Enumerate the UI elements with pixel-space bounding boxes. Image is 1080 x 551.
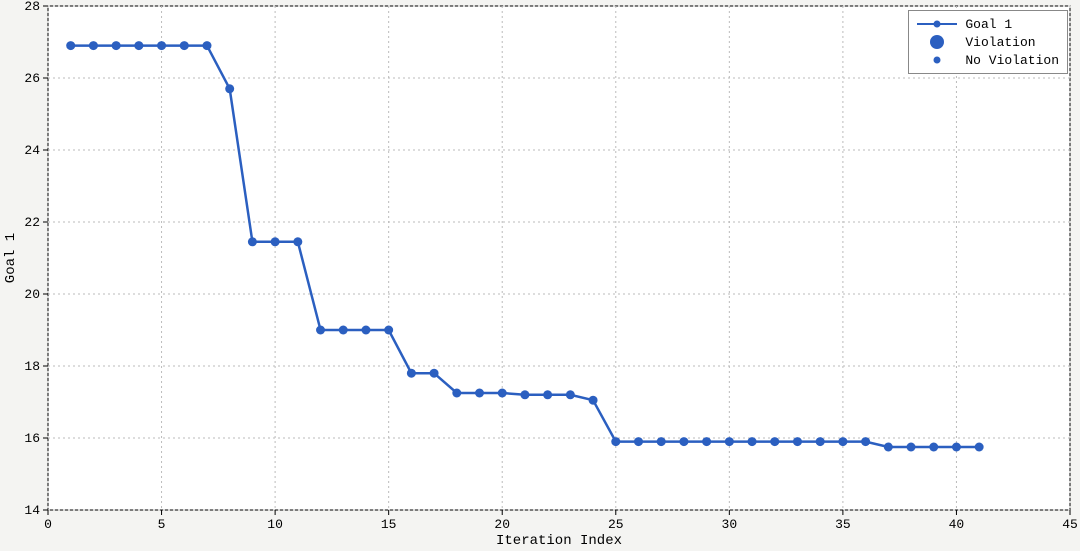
legend-sample-violation <box>917 35 957 49</box>
svg-text:20: 20 <box>24 287 40 302</box>
legend-sample-line <box>917 17 957 31</box>
legend-entry-goal1: Goal 1 <box>917 15 1059 33</box>
svg-text:30: 30 <box>722 517 738 532</box>
svg-text:26: 26 <box>24 71 40 86</box>
legend-label: Goal 1 <box>965 17 1012 32</box>
svg-text:14: 14 <box>24 503 40 518</box>
legend-label: Violation <box>965 35 1035 50</box>
svg-text:35: 35 <box>835 517 851 532</box>
legend-label: No Violation <box>965 53 1059 68</box>
svg-text:10: 10 <box>267 517 283 532</box>
goal1-chart: 0 5 10 15 20 25 30 35 40 45 14 16 18 20 22 24 26 28 Iterat… <box>0 0 1080 551</box>
svg-text:Iteration Index: Iteration Index <box>496 533 622 549</box>
legend-entry-violation: Violation <box>917 33 1059 51</box>
svg-text:24: 24 <box>24 143 40 158</box>
svg-text:0: 0 <box>44 517 52 532</box>
legend-entry-noviolation: No Violation <box>917 51 1059 69</box>
chart-legend: Goal 1 Violation No Violation <box>908 10 1068 74</box>
svg-text:15: 15 <box>381 517 397 532</box>
svg-text:25: 25 <box>608 517 624 532</box>
svg-text:18: 18 <box>24 359 40 374</box>
svg-text:45: 45 <box>1062 517 1078 532</box>
svg-text:16: 16 <box>24 431 40 446</box>
svg-text:5: 5 <box>158 517 166 532</box>
legend-sample-noviolation <box>917 53 957 67</box>
chart-container: 0 5 10 15 20 25 30 35 40 45 14 16 18 20 22 24 26 28 Iterat… <box>0 0 1080 551</box>
svg-text:28: 28 <box>24 0 40 14</box>
svg-text:20: 20 <box>494 517 510 532</box>
svg-text:Goal 1: Goal 1 <box>3 233 19 283</box>
svg-text:40: 40 <box>949 517 965 532</box>
svg-text:22: 22 <box>24 215 40 230</box>
